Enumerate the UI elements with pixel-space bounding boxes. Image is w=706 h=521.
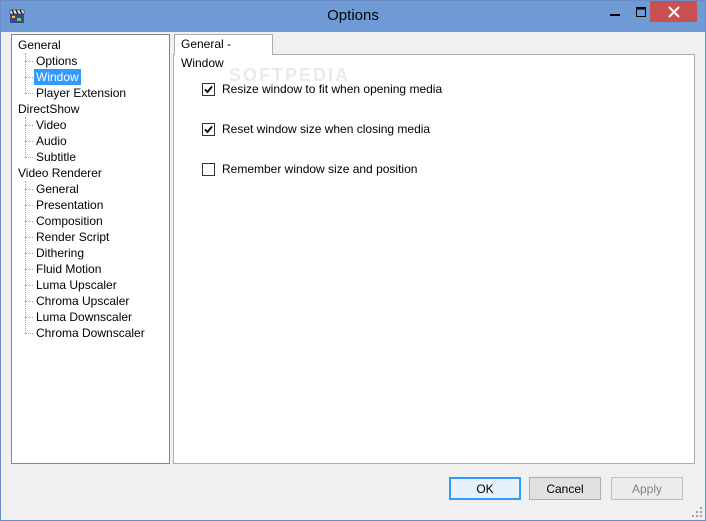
option-label: Remember window size and position (222, 162, 418, 176)
tree-item-presentation[interactable]: Presentation (34, 197, 105, 213)
tree-item-render-script[interactable]: Render Script (34, 229, 111, 245)
tree-item-general[interactable]: General (16, 37, 63, 53)
tree-connector (25, 61, 33, 62)
option-label: Reset window size when closing media (222, 122, 431, 136)
tree-connector (25, 181, 26, 333)
maximize-icon (636, 6, 646, 17)
checkbox-checked[interactable] (202, 82, 215, 96)
tree-connector (25, 53, 26, 93)
tree-item-directshow[interactable]: DirectShow (16, 101, 81, 117)
tree-item-video[interactable]: Video (34, 117, 68, 133)
tree-item-options[interactable]: Options (34, 53, 79, 69)
tab-panel: SOFTPEDIA Resize window to fit when open… (173, 54, 695, 464)
settings-tree[interactable]: General Options Window Player Extension Dire… (11, 34, 170, 464)
option-label: Resize window to fit when opening media (222, 82, 443, 96)
tree-item-window[interactable]: Window (34, 69, 81, 85)
cancel-button[interactable]: Cancel (529, 477, 601, 500)
tree-connector (25, 285, 33, 286)
tree-connector (25, 125, 33, 126)
tab-general-window[interactable]: General - Window (174, 34, 273, 70)
options-window: Options General Options Window Player Exten… (0, 0, 706, 521)
tree-connector (25, 253, 33, 254)
checkmark-icon (204, 125, 213, 133)
tree-item-luma-upscaler[interactable]: Luma Upscaler (34, 277, 119, 293)
option-row[interactable]: Reset window size when closing media (202, 121, 430, 137)
tree-item-composition[interactable]: Composition (34, 213, 105, 229)
tree-item-fluid-motion[interactable]: Fluid Motion (34, 261, 103, 277)
option-row[interactable]: Resize window to fit when opening media (202, 81, 442, 97)
close-button[interactable] (650, 1, 697, 22)
tree-connector (25, 205, 33, 206)
tree-item-audio[interactable]: Audio (34, 133, 69, 149)
tree-item-chroma-upscaler[interactable]: Chroma Upscaler (34, 293, 131, 309)
tree-connector (25, 333, 33, 334)
tree-item-subtitle[interactable]: Subtitle (34, 149, 78, 165)
apply-button[interactable]: Apply (611, 477, 683, 500)
checkbox-checked[interactable] (202, 122, 215, 136)
tree-connector (25, 301, 33, 302)
tree-item-general[interactable]: General (34, 181, 81, 197)
tree-connector (25, 317, 33, 318)
tree-connector (25, 221, 33, 222)
tree-item-chroma-downscaler[interactable]: Chroma Downscaler (34, 325, 147, 341)
title-bar[interactable]: Options (1, 1, 705, 32)
tree-item-dithering[interactable]: Dithering (34, 245, 86, 261)
checkbox-unchecked[interactable] (202, 162, 215, 176)
window-title: Options (327, 7, 379, 24)
tree-item-video-renderer[interactable]: Video Renderer (16, 165, 104, 181)
tree-connector (25, 93, 33, 94)
resize-grip-icon[interactable] (691, 506, 703, 518)
tree-connector (25, 117, 26, 157)
minimize-button[interactable] (602, 1, 628, 22)
option-row[interactable]: Remember window size and position (202, 161, 417, 177)
checkmark-icon (204, 85, 213, 93)
tree-connector (25, 141, 33, 142)
tree-item-player-extension[interactable]: Player Extension (34, 85, 128, 101)
tree-item-luma-downscaler[interactable]: Luma Downscaler (34, 309, 134, 325)
close-icon (667, 5, 680, 18)
tree-connector (25, 237, 33, 238)
tree-connector (25, 77, 33, 78)
tree-connector (25, 269, 33, 270)
tree-connector (25, 189, 33, 190)
ok-button[interactable]: OK (449, 477, 521, 500)
minimize-icon (610, 13, 620, 16)
tree-connector (25, 157, 33, 158)
